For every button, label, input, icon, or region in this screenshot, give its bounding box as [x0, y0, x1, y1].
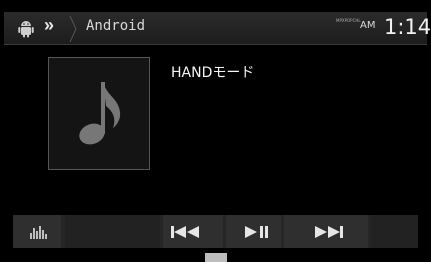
control-spacer-right	[371, 215, 418, 248]
clock: 1:14	[384, 15, 431, 39]
equalizer-button[interactable]	[13, 215, 61, 248]
playback-control-bar	[13, 215, 418, 248]
am-pm-label: AM	[360, 20, 376, 31]
control-spacer	[65, 215, 160, 248]
drawer-handle[interactable]	[205, 253, 227, 262]
track-title: HANDモード	[171, 65, 255, 81]
skip-forward-icon	[315, 226, 343, 238]
status-bar: » Android MPXPOPCHL AM 1:14	[4, 12, 431, 45]
skip-back-icon	[171, 226, 199, 238]
breadcrumb-chevron-icon[interactable]: »	[44, 15, 54, 36]
play-pause-icon	[245, 226, 268, 238]
music-note-icon	[79, 82, 121, 145]
equalizer-icon	[30, 226, 47, 239]
source-name: Android	[86, 18, 146, 34]
album-art	[48, 57, 150, 170]
media-screen: » Android MPXPOPCHL AM 1:14 HANDモード	[0, 0, 431, 262]
breadcrumb-divider	[69, 16, 77, 42]
mpx-indicator: MPXPOPCHL	[336, 18, 361, 23]
android-icon[interactable]	[16, 18, 36, 38]
